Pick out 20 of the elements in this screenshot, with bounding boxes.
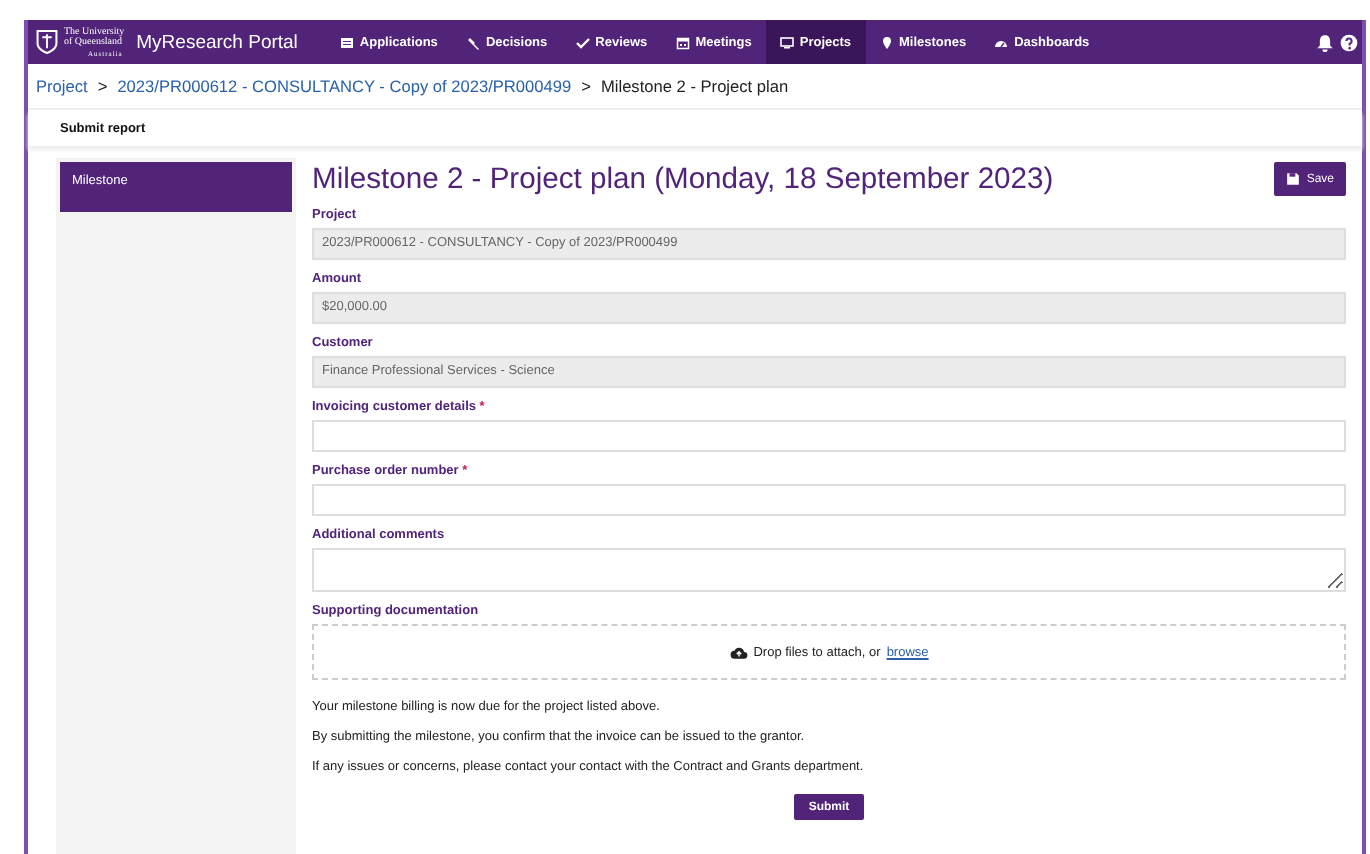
page-heading: Milestone 2 - Project plan (Monday, 18 September 2023)	[312, 163, 1054, 195]
gauge-icon	[994, 35, 1009, 49]
calendar-icon	[675, 35, 690, 49]
breadcrumb-text: >	[97, 76, 108, 96]
check-icon	[575, 35, 590, 49]
map-pin-icon	[879, 35, 894, 49]
bell-icon	[1316, 33, 1334, 51]
monitor-icon	[779, 35, 794, 49]
gavel-icon	[465, 35, 480, 49]
crest-icon	[36, 28, 58, 56]
breadcrumb-text: Milestone 2 - Project plan	[600, 76, 789, 96]
cloud-upload-icon	[729, 645, 748, 659]
breadcrumb-text: >	[581, 76, 591, 96]
comments-field[interactable]	[312, 548, 1346, 592]
breadcrumb-link[interactable]: Project	[36, 76, 88, 96]
portal-title: MyResearch Portal	[136, 31, 298, 53]
input-field[interactable]	[312, 420, 1346, 452]
list-icon	[339, 35, 354, 49]
input-field[interactable]	[312, 484, 1346, 516]
breadcrumb-link[interactable]: 2023/PR000612 - CONSULTANCY - Copy of 2023/PR000499	[117, 76, 572, 96]
